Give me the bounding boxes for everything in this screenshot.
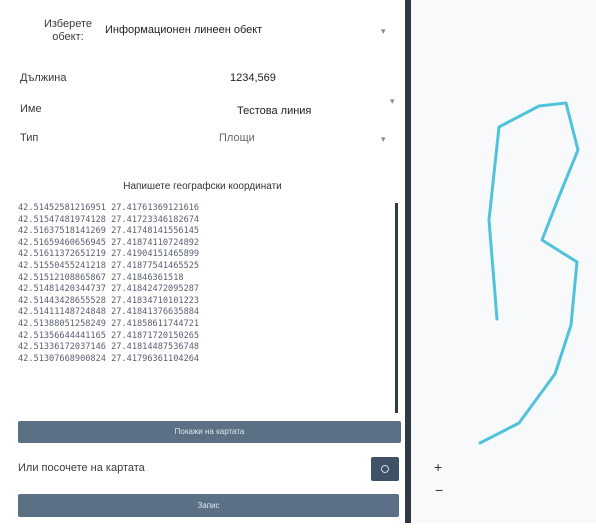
coord-row: 42.51611372651219 27.41904151465899 xyxy=(18,249,200,260)
coord-row: 42.51443428655528 27.41834710101223 xyxy=(18,295,200,306)
coord-row: 42.51452581216951 27.41761369121616 xyxy=(18,203,200,213)
save-button[interactable]: Запис xyxy=(18,494,399,517)
coord-row: 42.51411148724848 27.41841376635884 xyxy=(18,307,200,318)
coord-row: 42.51547481974128 27.41723346182674 xyxy=(18,214,200,225)
show-on-map-button[interactable]: Покажи на картата xyxy=(18,421,401,443)
zoom-in-button[interactable]: + xyxy=(434,459,442,475)
zoom-out-button[interactable]: − xyxy=(435,482,443,498)
map-area[interactable] xyxy=(411,0,596,523)
coord-row: 42.51388051258249 27.41858611744721 xyxy=(18,318,200,329)
line-feature[interactable] xyxy=(478,101,580,445)
coords-textarea[interactable]: 42.51452581216951 27.41761369121616 42.51… xyxy=(18,203,398,413)
object-label: Изберете обект: xyxy=(43,18,93,43)
name-select-value: Тестова линия xyxy=(237,105,312,117)
name-label: Име xyxy=(20,103,42,115)
type-label: Тип xyxy=(20,132,39,144)
coord-row: 42.51512108865867 27.41846361518 xyxy=(18,272,184,283)
object-select-value: Информационен линеен обект xyxy=(105,24,263,36)
locate-on-map-button[interactable] xyxy=(371,457,399,481)
coord-row: 42.51550455241218 27.41877541465525 xyxy=(18,260,200,271)
form-panel: Изберете обект: Информационен линеен обе… xyxy=(0,0,405,523)
coord-row: 42.51356644441165 27.41871720150265 xyxy=(18,330,200,341)
chevron-down-icon: ▾ xyxy=(381,134,386,144)
type-select-value: Площи xyxy=(219,132,255,144)
coord-row: 42.51481420344737 27.41842472095287 xyxy=(18,284,200,295)
chevron-down-icon: ▾ xyxy=(381,26,386,36)
length-label: Дължина xyxy=(20,72,67,84)
chevron-down-icon: ▾ xyxy=(390,96,395,106)
length-value: 1234,569 xyxy=(230,72,276,84)
coord-row: 42.51307668900824 27.41796361104264 xyxy=(18,353,200,364)
coord-row: 42.51659460656945 27.41874110724892 xyxy=(18,237,200,248)
map-canvas[interactable] xyxy=(411,0,596,523)
coord-row: 42.51637518141269 27.41748141556145 xyxy=(18,226,200,237)
coord-row: 42.51336172037146 27.41814487536748 xyxy=(18,342,200,353)
coords-title: Напишете географски координати xyxy=(123,181,282,192)
target-icon xyxy=(381,465,389,473)
or-point-label: Или посочете на картата xyxy=(18,462,145,474)
